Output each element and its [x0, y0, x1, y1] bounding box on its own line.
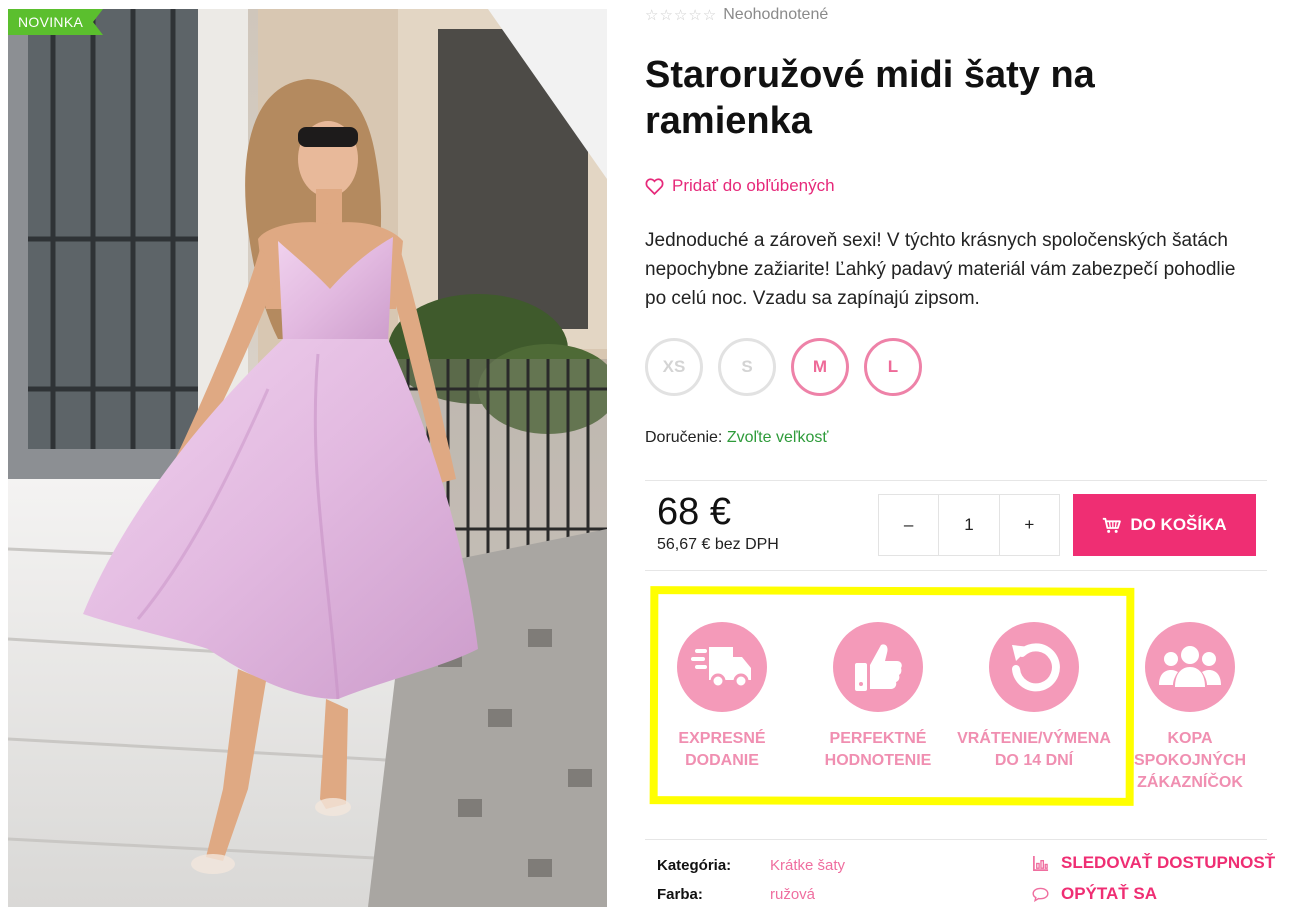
product-description: Jednoduché a zároveň sexi! V týchto krás…: [645, 230, 1236, 309]
meta-key: Kategória:: [657, 857, 732, 874]
category-link[interactable]: Krátke šaty: [770, 857, 845, 874]
product-image[interactable]: [8, 9, 607, 907]
quantity-input[interactable]: 1: [938, 495, 998, 555]
color-link[interactable]: ružová: [770, 886, 815, 903]
delivery-label: Doručenie:: [645, 429, 723, 446]
meta-key: Farba:: [657, 886, 703, 903]
size-option-m[interactable]: M: [791, 338, 849, 396]
size-option-s[interactable]: S: [718, 338, 776, 396]
watch-availability-label: SLEDOVAŤ DOSTUPNOSŤ: [1061, 853, 1276, 872]
add-to-favorites-label: Pridať do obľúbených: [672, 176, 835, 195]
price-without-vat: 56,67 € bez DPH: [657, 536, 779, 553]
ask-question-label: OPÝTAŤ SA: [1061, 884, 1158, 903]
delivery-value: Zvoľte veľkosť: [726, 429, 829, 446]
size-selector: XS S M L: [645, 338, 922, 396]
highlight-annotation: [649, 586, 1135, 806]
add-to-cart-label: DO KOŠÍKA: [1130, 515, 1227, 534]
delivery-info: Doručenie: Zvoľte veľkosť: [645, 429, 828, 447]
heart-icon: [645, 177, 664, 195]
size-option-xs[interactable]: XS: [645, 338, 703, 396]
price: 68 €: [657, 491, 731, 533]
cart-icon: [1103, 517, 1122, 533]
divider: [645, 480, 1267, 481]
divider: [645, 839, 1267, 840]
watch-availability-link[interactable]: SLEDOVAŤ DOSTUPNOSŤ: [1032, 853, 1275, 873]
quantity-stepper: – 1 +: [878, 494, 1060, 556]
customers-icon: [1145, 622, 1235, 712]
size-option-l[interactable]: L: [864, 338, 922, 396]
new-badge: NOVINKA: [8, 9, 104, 35]
ask-question-link[interactable]: OPÝTAŤ SA: [1032, 884, 1157, 904]
product-title: Staroružové midi šaty na ramienka: [645, 54, 1095, 142]
quantity-increase-button[interactable]: +: [998, 495, 1059, 555]
rating-text: Neohodnotené: [723, 6, 829, 23]
rating[interactable]: ☆☆☆☆☆ Neohodnotené: [645, 6, 828, 24]
quantity-decrease-button[interactable]: –: [879, 495, 938, 555]
chat-bubble-icon: [1032, 887, 1049, 902]
rating-stars-icon[interactable]: ☆☆☆☆☆: [645, 6, 717, 24]
add-to-cart-button[interactable]: DO KOŠÍKA: [1073, 494, 1256, 556]
add-to-favorites-link[interactable]: Pridať do obľúbených: [645, 176, 835, 196]
divider: [645, 570, 1267, 571]
chart-icon: [1033, 855, 1049, 871]
